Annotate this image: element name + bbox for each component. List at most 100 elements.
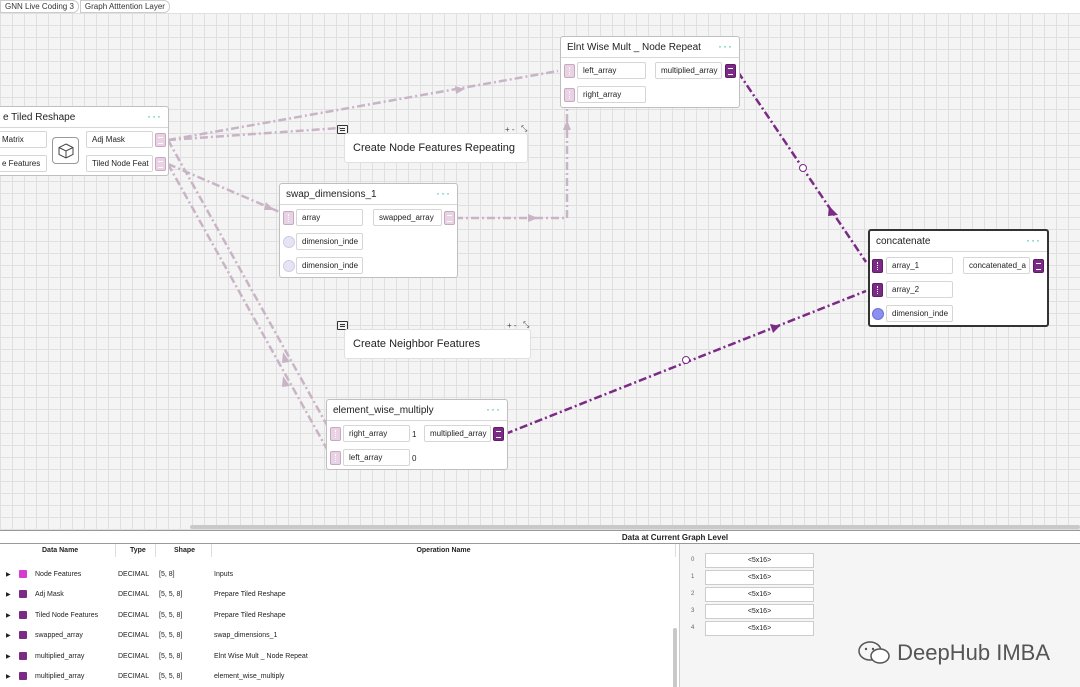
port-input[interactable]: right_array: [343, 425, 410, 442]
vertical-scrollbar[interactable]: [673, 628, 677, 687]
index-label: 0: [691, 557, 695, 563]
cell-type: DECIMAL: [118, 632, 150, 639]
input-handle[interactable]: [872, 259, 883, 273]
breadcrumb-item[interactable]: Graph Atttention Layer: [79, 0, 170, 13]
port-input[interactable]: array_1: [886, 257, 953, 274]
cell-op: swap_dimensions_1: [214, 632, 278, 639]
input-dot[interactable]: [872, 308, 884, 320]
port-value: 1: [412, 430, 417, 439]
port-input[interactable]: left_array: [577, 62, 646, 79]
data-type-icon: [19, 672, 27, 680]
output-handle[interactable]: [155, 157, 166, 171]
value-cell[interactable]: <5x16>: [705, 621, 814, 636]
breadcrumb-item[interactable]: GNN Live Coding 3: [0, 0, 79, 13]
cell-name: multiplied_array: [35, 673, 85, 680]
node-menu-icon[interactable]: ···: [147, 109, 162, 123]
port-input[interactable]: dimension_inde: [296, 257, 363, 274]
node-menu-icon[interactable]: ···: [718, 39, 733, 53]
node-menu-icon[interactable]: ···: [1026, 233, 1041, 247]
column-header[interactable]: Type: [116, 544, 156, 557]
node-menu-icon[interactable]: ···: [486, 402, 501, 416]
data-type-icon: [19, 570, 27, 578]
output-handle[interactable]: [1033, 259, 1044, 273]
port-input[interactable]: dimension_inde: [886, 305, 953, 322]
port-output[interactable]: multiplied_array: [424, 425, 491, 442]
wechat-icon: [858, 641, 890, 664]
index-label: 1: [691, 574, 695, 580]
cell-name: Adj Mask: [35, 591, 64, 598]
output-handle[interactable]: [444, 211, 455, 225]
comment-node-features-repeating[interactable]: Create Node Features Repeating: [344, 133, 528, 163]
output-handle[interactable]: [155, 133, 166, 147]
breadcrumb: GNN Live Coding 3 Graph Atttention Layer: [0, 0, 171, 13]
input-handle[interactable]: [564, 88, 575, 102]
cell-shape: [5, 8]: [159, 571, 175, 578]
node-menu-icon[interactable]: ···: [436, 186, 451, 200]
horizontal-scrollbar[interactable]: [190, 525, 1080, 529]
cell-type: DECIMAL: [118, 673, 150, 680]
cell-op: element_wise_multiply: [214, 673, 285, 680]
cell-op: Inputs: [214, 571, 234, 578]
output-handle[interactable]: [493, 427, 504, 441]
index-label: 3: [691, 608, 695, 614]
data-type-icon: [19, 631, 27, 639]
expand-icon[interactable]: ▶: [6, 653, 11, 660]
node-title: e Tiled Reshape ···: [0, 107, 168, 128]
value-cell[interactable]: <5x16>: [705, 570, 814, 585]
port-output[interactable]: multiplied_array: [655, 62, 722, 79]
value-cell[interactable]: <5x16>: [705, 587, 814, 602]
input-dot[interactable]: [283, 236, 295, 248]
port-input[interactable]: array_2: [886, 281, 953, 298]
column-header[interactable]: Operation Name: [212, 544, 676, 557]
expand-icon[interactable]: ▶: [6, 591, 11, 598]
cell-type: DECIMAL: [118, 571, 150, 578]
table-row[interactable]: ▶ Node Features DECIMAL [5, 8] Inputs: [0, 564, 676, 584]
cell-shape: [5, 5, 8]: [159, 673, 183, 680]
port-input[interactable]: right_array: [577, 86, 646, 103]
input-handle[interactable]: [330, 451, 341, 465]
input-handle[interactable]: [872, 283, 883, 297]
input-handle[interactable]: [283, 211, 294, 225]
expand-icon[interactable]: ▶: [6, 632, 11, 639]
input-handle[interactable]: [564, 64, 575, 78]
cell-shape: [5, 5, 8]: [159, 591, 183, 598]
cube-icon: [52, 137, 79, 164]
value-cell[interactable]: <5x16>: [705, 553, 814, 568]
cell-type: DECIMAL: [118, 612, 150, 619]
table-row[interactable]: ▶ Adj Mask DECIMAL [5, 5, 8] Prepare Til…: [0, 584, 676, 604]
comment-neighbor-features[interactable]: Create Neighbor Features: [344, 329, 531, 359]
port-input[interactable]: dimension_inde: [296, 233, 363, 250]
cell-shape: [5, 5, 8]: [159, 653, 183, 660]
input-handle[interactable]: [330, 427, 341, 441]
expand-icon[interactable]: ▶: [6, 571, 11, 578]
data-type-icon: [19, 590, 27, 598]
table-row[interactable]: ▶ Tiled Node Features DECIMAL [5, 5, 8] …: [0, 605, 676, 625]
port-input[interactable]: Matrix: [0, 131, 47, 148]
index-label: 2: [691, 591, 695, 597]
value-cell[interactable]: <5x16>: [705, 604, 814, 619]
table-row[interactable]: ▶ swapped_array DECIMAL [5, 5, 8] swap_d…: [0, 625, 676, 645]
cell-shape: [5, 5, 8]: [159, 612, 183, 619]
cell-op: Prepare Tiled Reshape: [214, 612, 286, 619]
port-input[interactable]: left_array: [343, 449, 410, 466]
expand-icon[interactable]: ▶: [6, 612, 11, 619]
cell-op: Elnt Wise Mult _ Node Repeat: [214, 653, 308, 660]
input-dot[interactable]: [283, 260, 295, 272]
port-output[interactable]: Tiled Node Feat: [86, 155, 153, 172]
port-output[interactable]: Adj Mask: [86, 131, 153, 148]
output-handle[interactable]: [725, 64, 736, 78]
table-row[interactable]: ▶ multiplied_array DECIMAL [5, 5, 8] ele…: [0, 666, 676, 686]
port-input[interactable]: array: [296, 209, 363, 226]
port-input[interactable]: e Features: [0, 155, 47, 172]
port-output[interactable]: concatenated_a: [963, 257, 1030, 274]
column-header[interactable]: Shape: [156, 544, 212, 557]
cell-shape: [5, 5, 8]: [159, 632, 183, 639]
data-table: Data Name Type Shape Operation Name ▶ No…: [0, 544, 677, 687]
column-header[interactable]: Data Name: [42, 544, 116, 557]
cell-name: Tiled Node Features: [35, 612, 99, 619]
port-output[interactable]: swapped_array: [373, 209, 442, 226]
expand-icon[interactable]: ▶: [6, 673, 11, 680]
table-row[interactable]: ▶ multiplied_array DECIMAL [5, 5, 8] Eln…: [0, 646, 676, 666]
value-preview-pane: 0 <5x16> 1 <5x16> 2 <5x16> 3 <5x16> 4 <5…: [679, 544, 1080, 687]
node-title: concatenate ···: [870, 231, 1047, 252]
